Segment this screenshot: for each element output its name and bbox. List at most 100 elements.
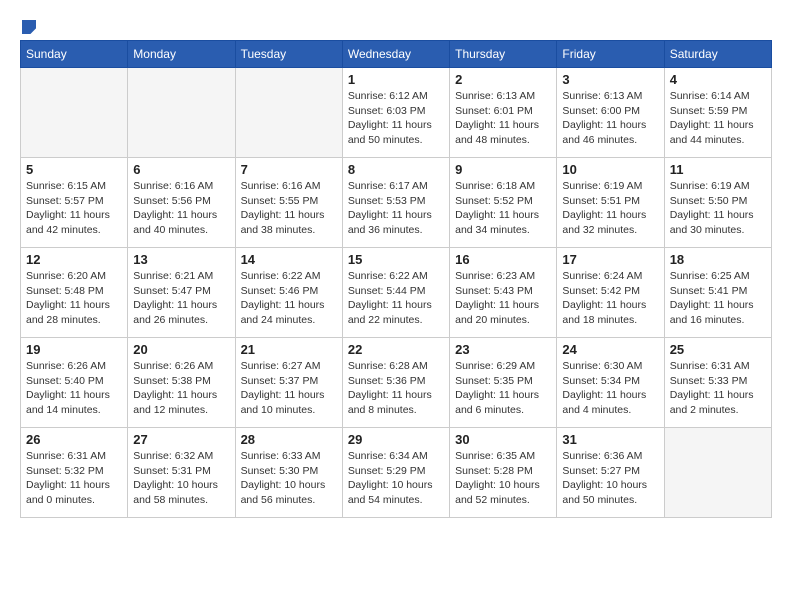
- calendar-cell: 6 Sunrise: 6:16 AM Sunset: 5:56 PM Daylig…: [128, 158, 235, 248]
- day-info: Sunrise: 6:31 AM Sunset: 5:33 PM Dayligh…: [670, 359, 766, 418]
- header: [20, 20, 772, 30]
- day-number: 8: [348, 162, 444, 177]
- day-number: 14: [241, 252, 337, 267]
- day-info: Sunrise: 6:24 AM Sunset: 5:42 PM Dayligh…: [562, 269, 658, 328]
- calendar-cell: 18Sunrise: 6:25 AM Sunset: 5:41 PM Dayli…: [664, 248, 771, 338]
- day-header-saturday: Saturday: [664, 41, 771, 68]
- calendar-cell: 24 Sunrise: 6:30 AM Sunset: 5:34 PM Dayli…: [557, 338, 664, 428]
- calendar-cell: 22 Sunrise: 6:28 AM Sunset: 5:36 PM Dayli…: [342, 338, 449, 428]
- day-number: 24: [562, 342, 658, 357]
- day-number: 2: [455, 72, 551, 87]
- week-row-2: 5 Sunrise: 6:15 AM Sunset: 5:57 PM Daylig…: [21, 158, 772, 248]
- day-number: 10: [562, 162, 658, 177]
- day-number: 17: [562, 252, 658, 267]
- day-number: 28: [241, 432, 337, 447]
- day-number: 11: [670, 162, 766, 177]
- calendar-cell: 30Sunrise: 6:35 AM Sunset: 5:28 PM Dayli…: [450, 428, 557, 518]
- calendar-cell: 21 Sunrise: 6:27 AM Sunset: 5:37 PM Dayli…: [235, 338, 342, 428]
- calendar-cell: 12Sunrise: 6:20 AM Sunset: 5:48 PM Dayli…: [21, 248, 128, 338]
- day-number: 29: [348, 432, 444, 447]
- calendar-cell: 19Sunrise: 6:26 AM Sunset: 5:40 PM Dayli…: [21, 338, 128, 428]
- day-number: 21: [241, 342, 337, 357]
- day-header-tuesday: Tuesday: [235, 41, 342, 68]
- calendar-cell: 5 Sunrise: 6:15 AM Sunset: 5:57 PM Daylig…: [21, 158, 128, 248]
- day-number: 20: [133, 342, 229, 357]
- calendar-cell: 8 Sunrise: 6:17 AM Sunset: 5:53 PM Daylig…: [342, 158, 449, 248]
- day-info: Sunrise: 6:22 AM Sunset: 5:44 PM Dayligh…: [348, 269, 444, 328]
- day-info: Sunrise: 6:21 AM Sunset: 5:47 PM Dayligh…: [133, 269, 229, 328]
- day-number: 3: [562, 72, 658, 87]
- calendar-cell: 2 Sunrise: 6:13 AM Sunset: 6:01 PM Daylig…: [450, 68, 557, 158]
- day-number: 25: [670, 342, 766, 357]
- day-info: Sunrise: 6:35 AM Sunset: 5:28 PM Dayligh…: [455, 449, 551, 508]
- day-header-wednesday: Wednesday: [342, 41, 449, 68]
- day-header-thursday: Thursday: [450, 41, 557, 68]
- day-header-sunday: Sunday: [21, 41, 128, 68]
- day-number: 22: [348, 342, 444, 357]
- day-info: Sunrise: 6:34 AM Sunset: 5:29 PM Dayligh…: [348, 449, 444, 508]
- calendar-cell: [235, 68, 342, 158]
- day-info: Sunrise: 6:19 AM Sunset: 5:50 PM Dayligh…: [670, 179, 766, 238]
- day-info: Sunrise: 6:36 AM Sunset: 5:27 PM Dayligh…: [562, 449, 658, 508]
- calendar-cell: 4Sunrise: 6:14 AM Sunset: 5:59 PM Daylig…: [664, 68, 771, 158]
- week-row-3: 12Sunrise: 6:20 AM Sunset: 5:48 PM Dayli…: [21, 248, 772, 338]
- calendar-cell: 15Sunrise: 6:22 AM Sunset: 5:44 PM Dayli…: [342, 248, 449, 338]
- calendar-cell: 17 Sunrise: 6:24 AM Sunset: 5:42 PM Dayli…: [557, 248, 664, 338]
- calendar-cell: [664, 428, 771, 518]
- day-info: Sunrise: 6:29 AM Sunset: 5:35 PM Dayligh…: [455, 359, 551, 418]
- calendar: SundayMondayTuesdayWednesdayThursdayFrid…: [20, 40, 772, 518]
- day-info: Sunrise: 6:17 AM Sunset: 5:53 PM Dayligh…: [348, 179, 444, 238]
- day-info: Sunrise: 6:16 AM Sunset: 5:56 PM Dayligh…: [133, 179, 229, 238]
- calendar-cell: 29 Sunrise: 6:34 AM Sunset: 5:29 PM Dayli…: [342, 428, 449, 518]
- calendar-cell: 16 Sunrise: 6:23 AM Sunset: 5:43 PM Dayli…: [450, 248, 557, 338]
- day-header-monday: Monday: [128, 41, 235, 68]
- day-info: Sunrise: 6:15 AM Sunset: 5:57 PM Dayligh…: [26, 179, 122, 238]
- day-number: 27: [133, 432, 229, 447]
- day-number: 23: [455, 342, 551, 357]
- day-info: Sunrise: 6:14 AM Sunset: 5:59 PM Dayligh…: [670, 89, 766, 148]
- day-info: Sunrise: 6:23 AM Sunset: 5:43 PM Dayligh…: [455, 269, 551, 328]
- day-info: Sunrise: 6:18 AM Sunset: 5:52 PM Dayligh…: [455, 179, 551, 238]
- day-number: 9: [455, 162, 551, 177]
- logo: [20, 20, 36, 30]
- day-number: 31: [562, 432, 658, 447]
- day-info: Sunrise: 6:28 AM Sunset: 5:36 PM Dayligh…: [348, 359, 444, 418]
- day-number: 6: [133, 162, 229, 177]
- day-info: Sunrise: 6:13 AM Sunset: 6:01 PM Dayligh…: [455, 89, 551, 148]
- calendar-cell: 20 Sunrise: 6:26 AM Sunset: 5:38 PM Dayli…: [128, 338, 235, 428]
- calendar-cell: 26 Sunrise: 6:31 AM Sunset: 5:32 PM Dayli…: [21, 428, 128, 518]
- day-info: Sunrise: 6:33 AM Sunset: 5:30 PM Dayligh…: [241, 449, 337, 508]
- day-number: 1: [348, 72, 444, 87]
- day-info: Sunrise: 6:26 AM Sunset: 5:38 PM Dayligh…: [133, 359, 229, 418]
- day-number: 5: [26, 162, 122, 177]
- day-number: 16: [455, 252, 551, 267]
- calendar-cell: [128, 68, 235, 158]
- calendar-cell: 27Sunrise: 6:32 AM Sunset: 5:31 PM Dayli…: [128, 428, 235, 518]
- day-number: 7: [241, 162, 337, 177]
- day-number: 26: [26, 432, 122, 447]
- calendar-cell: 3 Sunrise: 6:13 AM Sunset: 6:00 PM Daylig…: [557, 68, 664, 158]
- calendar-cell: 9 Sunrise: 6:18 AM Sunset: 5:52 PM Daylig…: [450, 158, 557, 248]
- day-info: Sunrise: 6:13 AM Sunset: 6:00 PM Dayligh…: [562, 89, 658, 148]
- day-info: Sunrise: 6:22 AM Sunset: 5:46 PM Dayligh…: [241, 269, 337, 328]
- day-number: 19: [26, 342, 122, 357]
- calendar-cell: [21, 68, 128, 158]
- day-info: Sunrise: 6:31 AM Sunset: 5:32 PM Dayligh…: [26, 449, 122, 508]
- calendar-cell: 7 Sunrise: 6:16 AM Sunset: 5:55 PM Daylig…: [235, 158, 342, 248]
- day-info: Sunrise: 6:12 AM Sunset: 6:03 PM Dayligh…: [348, 89, 444, 148]
- calendar-cell: 11 Sunrise: 6:19 AM Sunset: 5:50 PM Dayli…: [664, 158, 771, 248]
- calendar-cell: 31 Sunrise: 6:36 AM Sunset: 5:27 PM Dayli…: [557, 428, 664, 518]
- day-info: Sunrise: 6:25 AM Sunset: 5:41 PM Dayligh…: [670, 269, 766, 328]
- calendar-cell: 28 Sunrise: 6:33 AM Sunset: 5:30 PM Dayli…: [235, 428, 342, 518]
- day-info: Sunrise: 6:27 AM Sunset: 5:37 PM Dayligh…: [241, 359, 337, 418]
- week-row-5: 26 Sunrise: 6:31 AM Sunset: 5:32 PM Dayli…: [21, 428, 772, 518]
- week-row-1: 1 Sunrise: 6:12 AM Sunset: 6:03 PM Daylig…: [21, 68, 772, 158]
- day-info: Sunrise: 6:16 AM Sunset: 5:55 PM Dayligh…: [241, 179, 337, 238]
- calendar-cell: 13Sunrise: 6:21 AM Sunset: 5:47 PM Dayli…: [128, 248, 235, 338]
- day-info: Sunrise: 6:19 AM Sunset: 5:51 PM Dayligh…: [562, 179, 658, 238]
- day-headers: SundayMondayTuesdayWednesdayThursdayFrid…: [21, 41, 772, 68]
- day-info: Sunrise: 6:20 AM Sunset: 5:48 PM Dayligh…: [26, 269, 122, 328]
- calendar-cell: 10 Sunrise: 6:19 AM Sunset: 5:51 PM Dayli…: [557, 158, 664, 248]
- day-info: Sunrise: 6:30 AM Sunset: 5:34 PM Dayligh…: [562, 359, 658, 418]
- calendar-cell: 23 Sunrise: 6:29 AM Sunset: 5:35 PM Dayli…: [450, 338, 557, 428]
